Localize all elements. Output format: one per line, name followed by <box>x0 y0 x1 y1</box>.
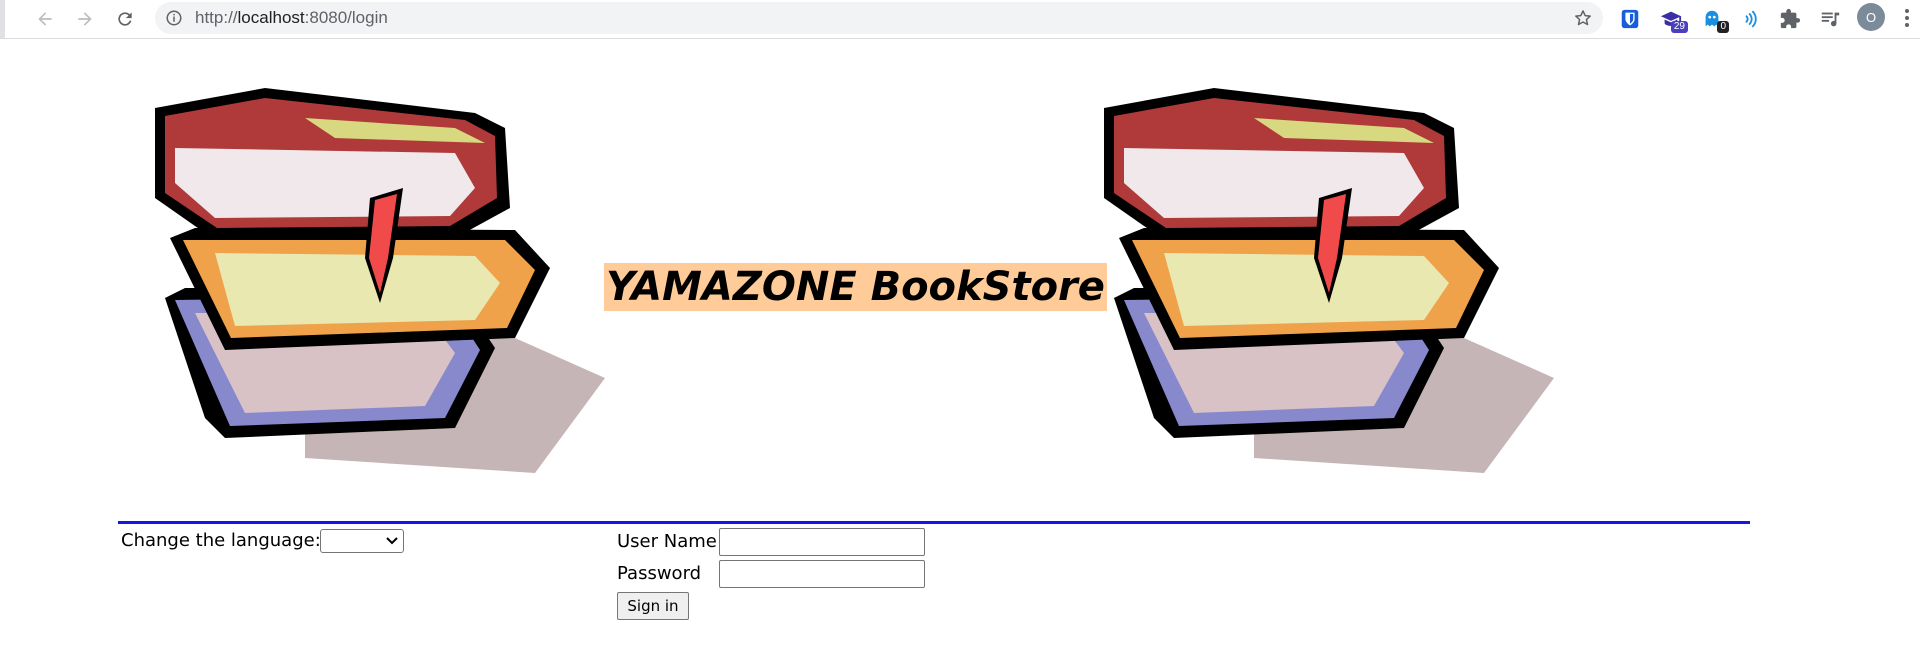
book-stack-graphic <box>155 88 605 473</box>
forward-button[interactable] <box>70 4 100 34</box>
extensions-button[interactable] <box>1775 4 1805 34</box>
books-illustration-left <box>155 88 605 473</box>
language-label: Change the language: <box>121 530 321 551</box>
url-host: localhost <box>237 8 305 27</box>
puzzle-icon <box>1780 8 1801 29</box>
username-input[interactable] <box>719 528 925 556</box>
horizontal-divider <box>118 521 1750 524</box>
reload-button[interactable] <box>110 4 140 34</box>
url-text: http://localhost:8080/login <box>195 8 388 27</box>
reload-icon <box>118 12 132 26</box>
graduation-extension[interactable]: 29 <box>1656 4 1688 34</box>
page-title: YAMAZONE BookStore <box>604 263 1107 311</box>
notification-badge: 29 <box>1670 21 1688 33</box>
broadcast-icon <box>1745 10 1757 28</box>
sign-in-button[interactable]: Sign in <box>617 592 689 620</box>
browser-toolbar: http://localhost:8080/login 29 0 O <box>0 0 1920 39</box>
chevron-down-icon <box>386 537 398 545</box>
address-bar[interactable]: http://localhost:8080/login <box>155 2 1603 34</box>
media-control-button[interactable] <box>1815 4 1845 34</box>
window-edge <box>0 0 5 38</box>
books-illustration-right <box>1104 88 1554 473</box>
media-control-icon <box>1821 12 1840 27</box>
username-label: User Name <box>617 531 717 552</box>
broadcast-extension[interactable] <box>1736 4 1766 34</box>
language-select[interactable] <box>320 529 404 553</box>
profile-avatar[interactable]: O <box>1857 3 1885 31</box>
ghost-extension[interactable]: 0 <box>1697 4 1729 34</box>
bitwarden-icon <box>1621 9 1639 29</box>
book-stack-graphic <box>1104 88 1554 473</box>
more-menu-icon[interactable] <box>1897 6 1917 30</box>
arrow-left-icon <box>38 12 52 26</box>
arrow-right-icon <box>78 12 92 26</box>
bitwarden-extension[interactable] <box>1615 4 1645 34</box>
notification-badge: 0 <box>1717 21 1729 33</box>
url-path: :8080/login <box>304 8 388 27</box>
password-input[interactable] <box>719 560 925 588</box>
back-button[interactable] <box>30 4 60 34</box>
info-icon[interactable] <box>165 9 183 27</box>
star-icon[interactable] <box>1573 8 1593 28</box>
password-label: Password <box>617 563 702 584</box>
